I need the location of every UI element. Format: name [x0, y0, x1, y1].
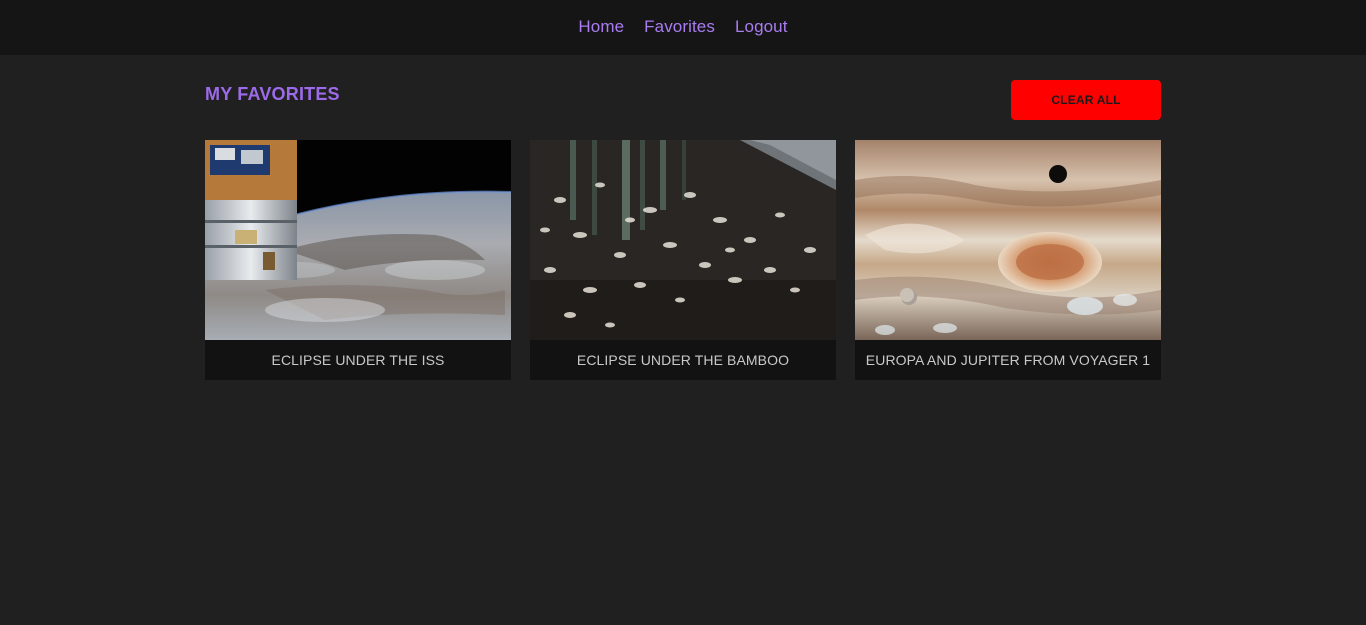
jupiter-europa-photo[interactable] [855, 140, 1161, 340]
favorite-card[interactable]: ECLIPSE UNDER THE ISS [205, 140, 511, 380]
eclipse-shadows-bamboo-photo[interactable] [530, 140, 836, 340]
nav-favorites-link[interactable]: Favorites [644, 17, 715, 37]
favorite-title: EUROPA AND JUPITER FROM VOYAGER 1 [855, 340, 1161, 380]
favorite-card[interactable]: ECLIPSE UNDER THE BAMBOO [530, 140, 836, 380]
earth-from-iss-photo[interactable] [205, 140, 511, 340]
page-title: MY FAVORITES [205, 84, 340, 104]
favorites-grid: ECLIPSE UNDER THE ISS ECLIPSE UNDER THE … [205, 140, 1161, 380]
nav-logout-link[interactable]: Logout [735, 17, 788, 37]
clear-all-button[interactable]: CLEAR ALL [1011, 80, 1161, 120]
nav-home-link[interactable]: Home [578, 17, 624, 37]
favorites-section: MY FAVORITES CLEAR ALL ECLIPSE UNDER THE… [205, 55, 1161, 380]
favorite-title: ECLIPSE UNDER THE ISS [205, 340, 511, 380]
favorite-title: ECLIPSE UNDER THE BAMBOO [530, 340, 836, 380]
top-navbar: Home Favorites Logout [0, 0, 1366, 55]
favorite-card[interactable]: EUROPA AND JUPITER FROM VOYAGER 1 [855, 140, 1161, 380]
